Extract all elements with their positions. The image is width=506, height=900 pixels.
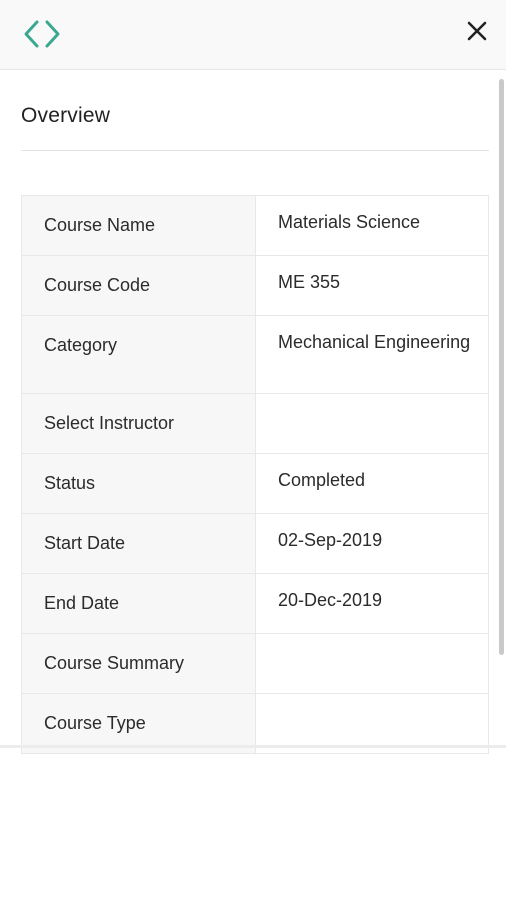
- row-value: 02-Sep-2019: [255, 513, 489, 574]
- scrollbar[interactable]: [499, 79, 504, 655]
- table-row: Select Instructor: [21, 393, 489, 454]
- row-value: Mechanical Engineering: [255, 315, 489, 394]
- close-icon[interactable]: [462, 16, 492, 46]
- row-value: Materials Science: [255, 195, 489, 256]
- row-value: [255, 393, 489, 454]
- row-value: [255, 633, 489, 694]
- table-row: Course Code ME 355: [21, 255, 489, 316]
- code-brackets-icon[interactable]: [22, 18, 62, 50]
- course-details-table: Course Name Materials Science Course Cod…: [21, 195, 489, 754]
- divider: [21, 150, 489, 151]
- table-row: End Date 20-Dec-2019: [21, 573, 489, 634]
- row-label: Select Instructor: [21, 393, 256, 454]
- table-row: Status Completed: [21, 453, 489, 514]
- table-row: Start Date 02-Sep-2019: [21, 513, 489, 574]
- row-label: Status: [21, 453, 256, 514]
- row-label: Start Date: [21, 513, 256, 574]
- table-row: Course Summary: [21, 633, 489, 694]
- row-label: End Date: [21, 573, 256, 634]
- panel-bottom-edge: [0, 745, 506, 748]
- row-label: Category: [21, 315, 256, 394]
- row-value: Completed: [255, 453, 489, 514]
- row-label: Course Summary: [21, 633, 256, 694]
- table-row: Category Mechanical Engineering: [21, 315, 489, 394]
- top-bar: [0, 0, 506, 70]
- row-value: ME 355: [255, 255, 489, 316]
- section-title: Overview: [21, 104, 111, 127]
- table-row: Course Name Materials Science: [21, 195, 489, 256]
- row-value: 20-Dec-2019: [255, 573, 489, 634]
- row-label: Course Name: [21, 195, 256, 256]
- row-label: Course Code: [21, 255, 256, 316]
